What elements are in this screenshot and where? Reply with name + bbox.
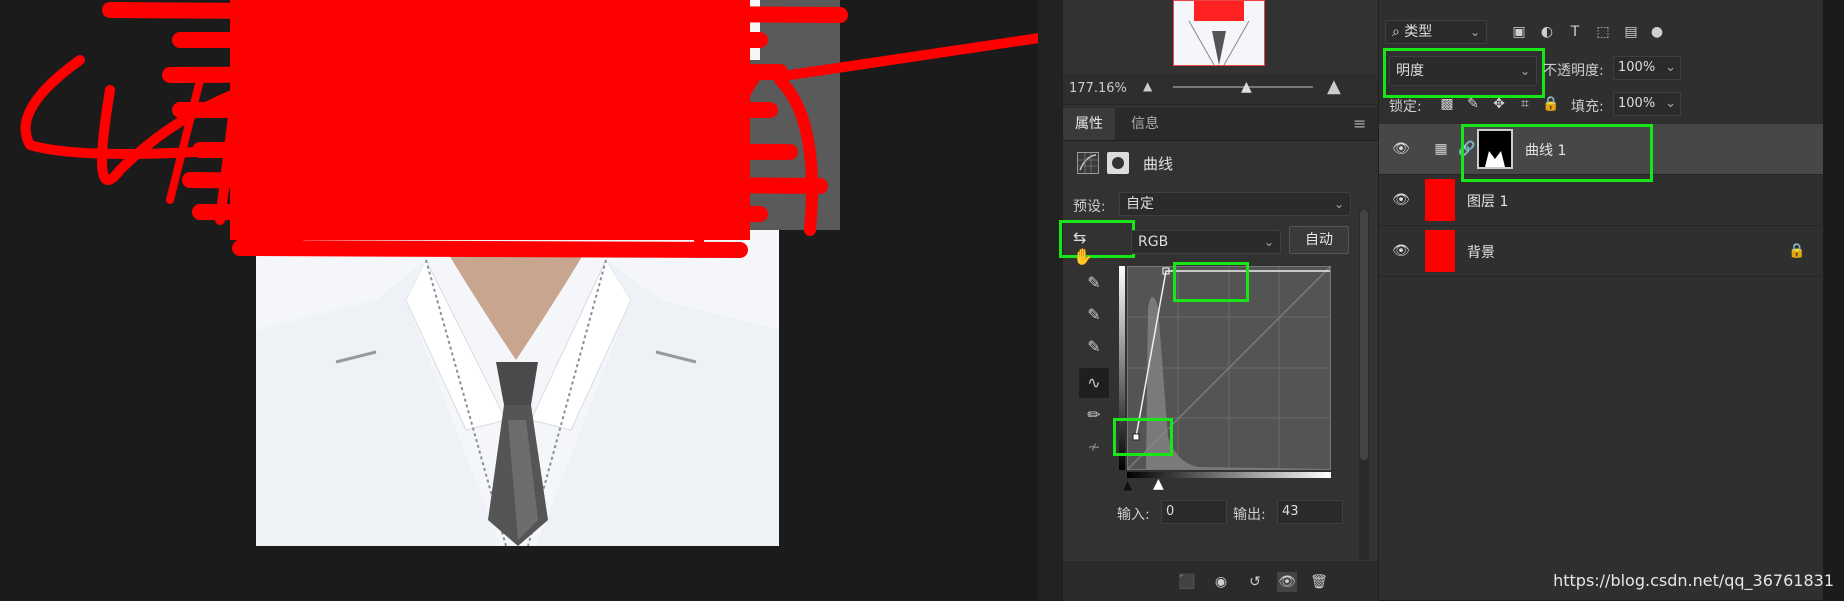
pencil-icon[interactable]: ✏: [1081, 402, 1107, 428]
chevron-down-icon: ⌄: [1469, 25, 1480, 39]
layer-row-layer1[interactable]: 👁 图层 1: [1379, 175, 1823, 226]
view-previous-icon[interactable]: ◉: [1211, 572, 1231, 592]
chevron-down-icon: ⌄: [1263, 235, 1274, 249]
filter-type-icon[interactable]: T: [1565, 22, 1585, 42]
properties-tabs: 属性 信息 ≡: [1063, 108, 1379, 141]
eye-icon[interactable]: 👁: [1391, 241, 1411, 261]
white-point-slider[interactable]: ▲: [1153, 476, 1164, 492]
output-field[interactable]: 43: [1277, 500, 1343, 524]
smooth-curve-icon[interactable]: ≁: [1081, 434, 1107, 460]
highlight-box: [1461, 124, 1653, 182]
gray-shape: [760, 0, 840, 70]
zoom-slider-thumb[interactable]: ▲: [1241, 79, 1252, 95]
auto-button[interactable]: 自动: [1289, 226, 1349, 254]
layer-thumbnail: [1425, 230, 1455, 272]
eye-icon[interactable]: 👁: [1391, 139, 1411, 159]
black-point-slider[interactable]: ▲: [1123, 478, 1132, 492]
layer-row-background[interactable]: 👁 背景 🔒: [1379, 226, 1823, 277]
opacity-field[interactable]: 100% ⌄: [1613, 56, 1681, 80]
input-label: 输入:: [1117, 507, 1150, 523]
properties-scrollbar[interactable]: [1359, 210, 1369, 560]
channel-select[interactable]: RGB ⌄: [1131, 230, 1281, 254]
preset-label: 预设:: [1073, 199, 1106, 215]
tab-info[interactable]: 信息: [1119, 108, 1171, 140]
filter-toggle-icon[interactable]: ●: [1647, 22, 1667, 42]
eye-icon[interactable]: 👁: [1391, 190, 1411, 210]
document-canvas[interactable]: [0, 0, 1038, 600]
reset-icon[interactable]: ↺: [1245, 572, 1265, 592]
chevron-down-icon: ⌄: [1333, 197, 1344, 211]
watermark: https://blog.csdn.net/qq_36761831: [1553, 571, 1834, 590]
highlight-box: [1173, 262, 1249, 302]
visibility-icon[interactable]: 👁: [1277, 572, 1297, 592]
blend-mode-select[interactable]: 明度 ⌄: [1389, 56, 1537, 86]
navigator-zoom-row: 177.16% ▲ ▲ ▲: [1063, 74, 1379, 105]
preset-select[interactable]: 自定 ⌄: [1119, 192, 1351, 216]
eyedropper-black-icon[interactable]: ✎: [1081, 270, 1107, 296]
output-label: 输出:: [1233, 507, 1266, 523]
layer-name: 图层 1: [1467, 194, 1509, 210]
properties-action-bar: ⬛ ◉ ↺ 👁 🗑: [1063, 562, 1379, 601]
preset-value: 自定: [1126, 196, 1154, 212]
zoom-level[interactable]: 177.16%: [1069, 81, 1127, 96]
search-icon: ⌕: [1392, 24, 1405, 40]
highlight-box: [1113, 418, 1173, 456]
curves-adjustment-icon: ▦: [1434, 141, 1448, 157]
layers-panel: ⌕ 类型 ⌄ ▣ ◐ T ⬚ ▤ ● 明度 ⌄ 不透明度: 100% ⌄ 锁定: …: [1378, 0, 1823, 600]
layer-name: 背景: [1467, 245, 1495, 261]
opacity-value: 100%: [1618, 60, 1656, 75]
layer-filter-select[interactable]: ⌕ 类型 ⌄: [1385, 20, 1487, 44]
layer-row-curves[interactable]: 👁 ▦ 🔗 曲线 1: [1379, 124, 1823, 182]
lock-artboard-icon[interactable]: ⌗: [1515, 94, 1535, 114]
fill-value: 100%: [1618, 96, 1656, 111]
lock-transparency-icon[interactable]: ▩: [1437, 94, 1457, 114]
filter-shape-icon[interactable]: ⬚: [1593, 22, 1613, 42]
eyedropper-gray-icon[interactable]: ✎: [1081, 302, 1107, 328]
channel-value: RGB: [1138, 234, 1169, 250]
lock-icon[interactable]: 🔒: [1787, 241, 1807, 261]
delete-icon[interactable]: 🗑: [1309, 572, 1329, 592]
fill-field[interactable]: 100% ⌄: [1613, 92, 1681, 116]
tab-properties[interactable]: 属性: [1063, 108, 1115, 140]
input-field[interactable]: 0: [1161, 500, 1227, 524]
curves-adjustment-icon: [1077, 152, 1099, 174]
suit-photo: [256, 0, 779, 546]
opacity-label: 不透明度:: [1543, 63, 1604, 79]
filter-smart-object-icon[interactable]: ▤: [1621, 22, 1641, 42]
panel-menu-icon[interactable]: ≡: [1353, 114, 1366, 133]
mask-icon[interactable]: [1107, 152, 1129, 174]
lock-all-icon[interactable]: 🔒: [1541, 94, 1561, 114]
lock-paint-icon[interactable]: ✎: [1463, 94, 1483, 114]
gray-shape: [750, 60, 840, 230]
targeted-adjustment-icon[interactable]: ⇆✋: [1073, 228, 1103, 266]
zoom-in-icon[interactable]: ▲: [1327, 76, 1341, 97]
filter-adjustment-icon[interactable]: ◐: [1537, 22, 1557, 42]
fill-label: 填充:: [1571, 99, 1604, 115]
panel-gutter: [1038, 0, 1062, 600]
filter-pixel-icon[interactable]: ▣: [1509, 22, 1529, 42]
blend-mode-value: 明度: [1396, 63, 1424, 79]
lock-position-icon[interactable]: ✥: [1489, 94, 1509, 114]
zoom-out-icon[interactable]: ▲: [1143, 79, 1152, 93]
lock-label: 锁定:: [1389, 99, 1422, 115]
layer-thumbnail: [1425, 179, 1455, 221]
adjustment-title: 曲线: [1143, 155, 1174, 173]
eyedropper-white-icon[interactable]: ✎: [1081, 334, 1107, 360]
filter-kind-value: 类型: [1404, 24, 1433, 40]
curve-point-tool-icon[interactable]: ∿: [1079, 368, 1109, 398]
navigator-thumbnail[interactable]: [1173, 0, 1265, 66]
document-image[interactable]: [256, 0, 779, 546]
properties-panel: 177.16% ▲ ▲ ▲ 属性 信息 ≡ 曲线 预设: 自定 ⌄ ⇆✋ RGB…: [1059, 0, 1379, 601]
clip-to-layer-icon[interactable]: ⬛: [1177, 572, 1197, 592]
chevron-down-icon: ⌄: [1519, 64, 1530, 78]
